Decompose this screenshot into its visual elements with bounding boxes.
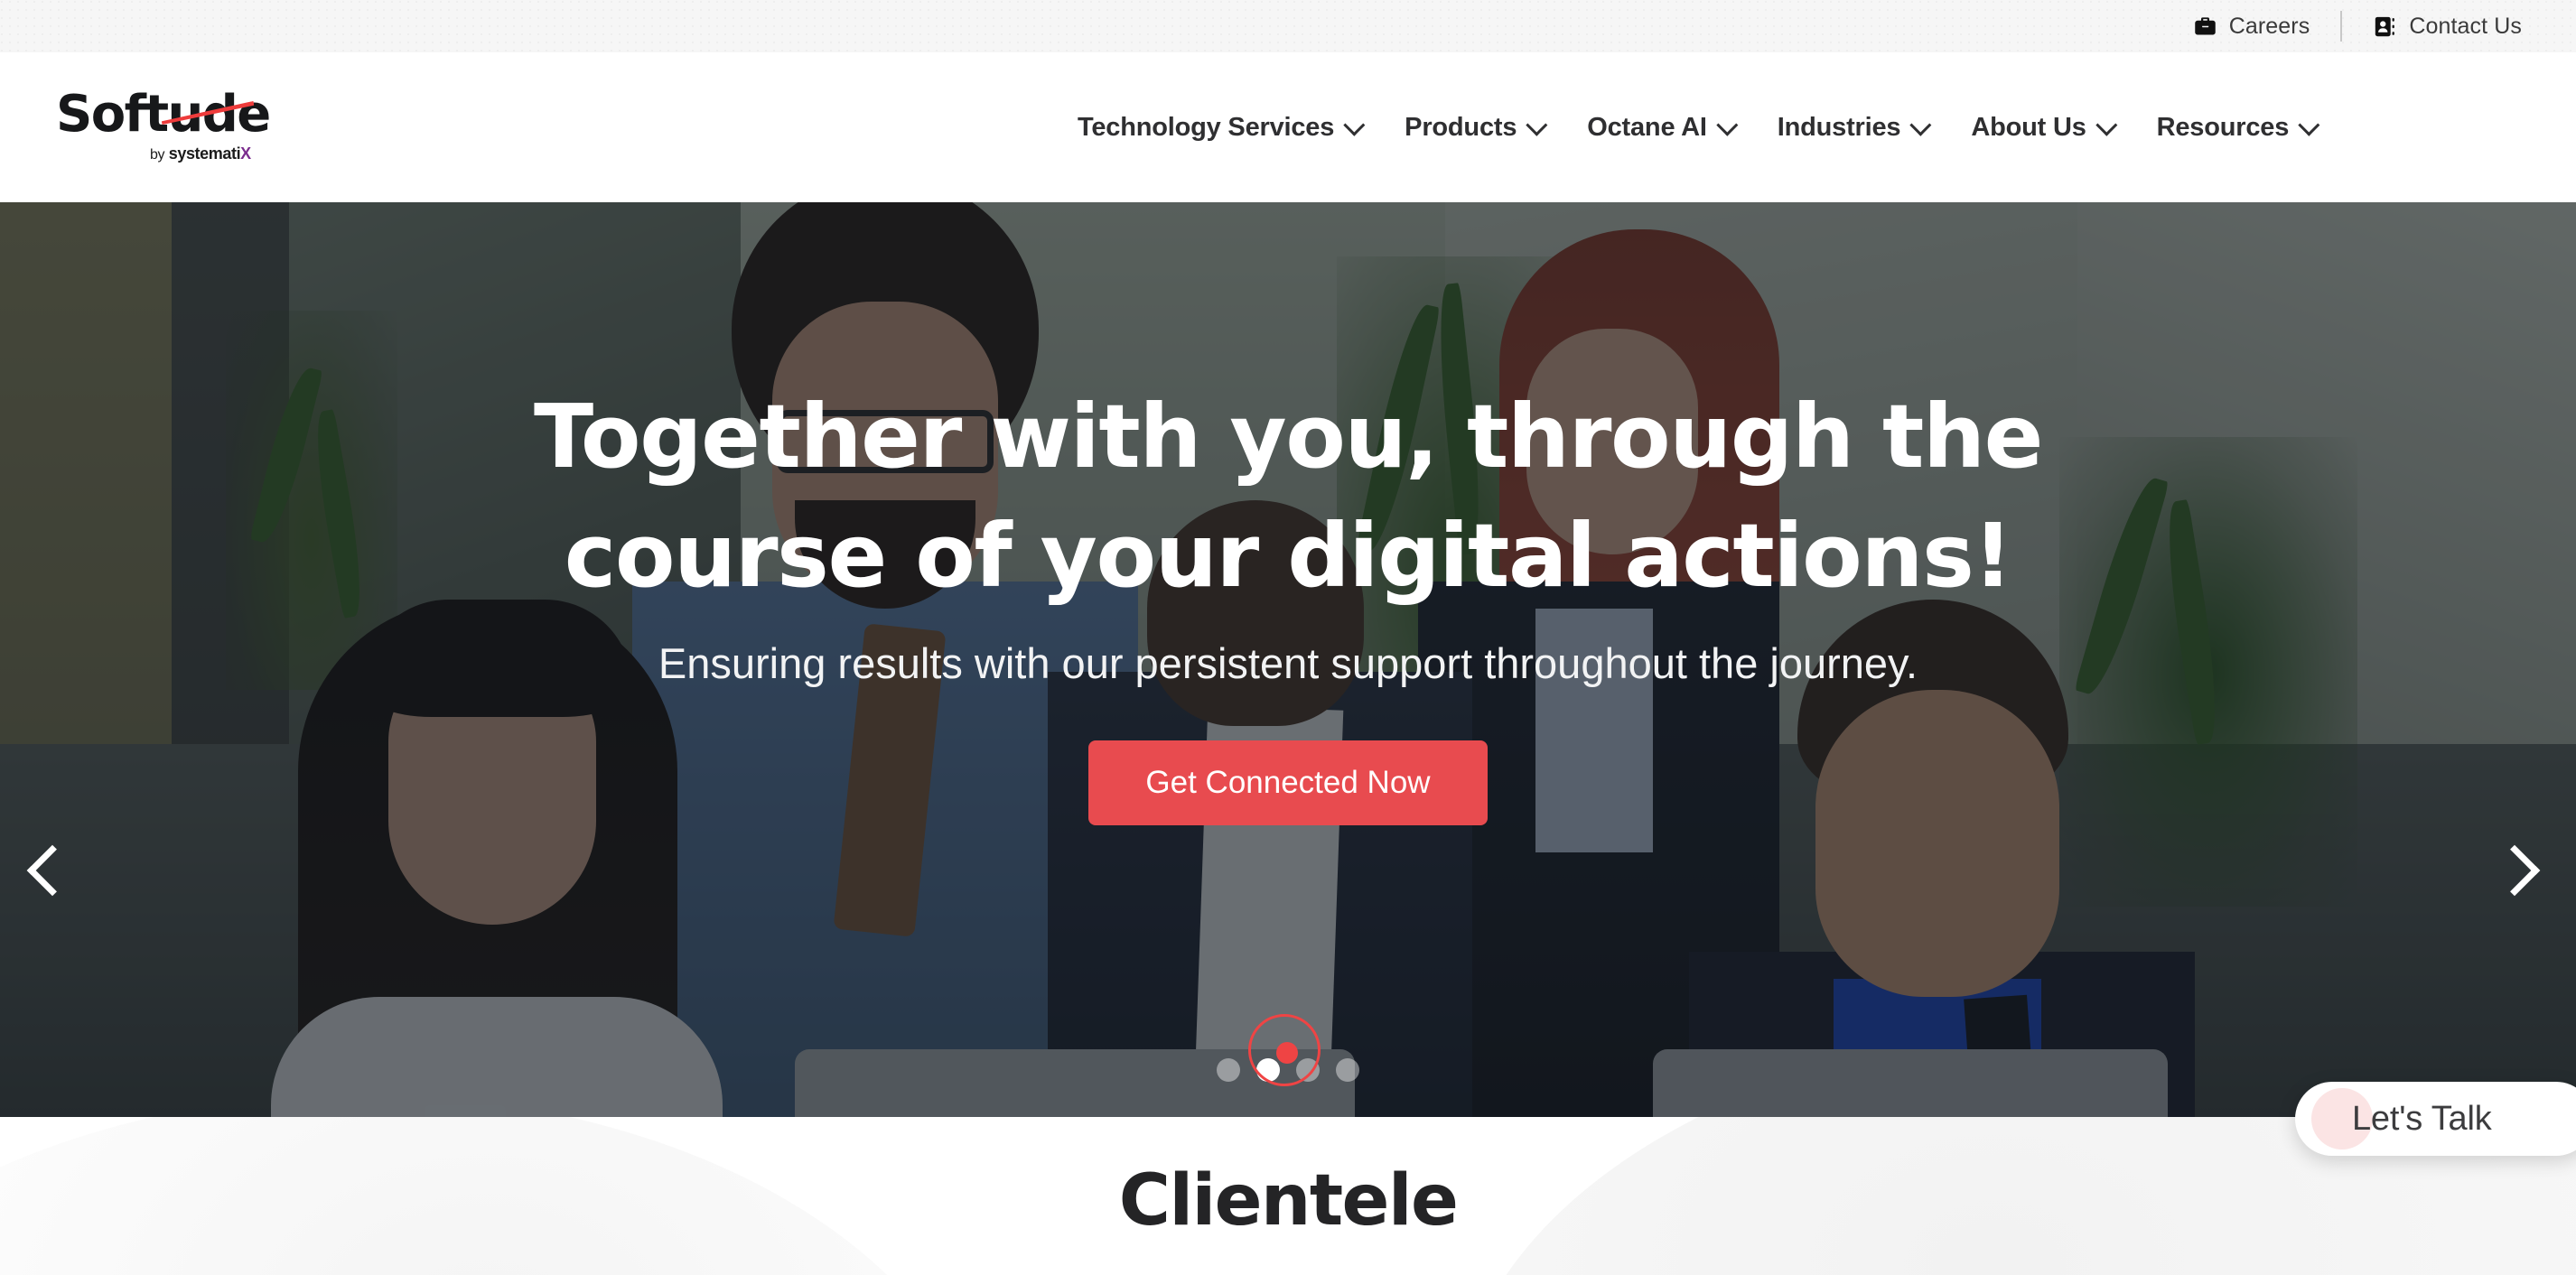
- nav-item-resources[interactable]: Resources: [2134, 113, 2338, 143]
- get-connected-now-button[interactable]: Get Connected Now: [1088, 740, 1488, 825]
- logo-wordmark: Softude: [56, 85, 271, 144]
- primary-nav: Technology Services Products Octane AI I…: [1055, 52, 2337, 202]
- clientele-section: Clientele: [0, 1117, 2576, 1275]
- nav-item-about-us[interactable]: About Us: [1948, 113, 2133, 143]
- chevron-left-icon: [26, 844, 79, 897]
- contact-us-link[interactable]: Contact Us: [2373, 14, 2522, 40]
- hero-carousel: Together with you, through the course of…: [0, 202, 2576, 1117]
- chevron-down-icon: [1343, 114, 1366, 136]
- chevron-down-icon: [1716, 114, 1739, 136]
- lets-talk-label: Let's Talk: [2352, 1099, 2492, 1138]
- nav-label: Products: [1405, 112, 1517, 142]
- carousel-next-button[interactable]: [2482, 842, 2545, 905]
- carousel-dot-2[interactable]: [1256, 1058, 1280, 1082]
- softude-logo[interactable]: Softude by systematiX: [56, 88, 291, 170]
- address-book-icon: [2373, 14, 2397, 39]
- hero-headline: Together with you, through the course of…: [534, 386, 2043, 607]
- main-navbar: Softude by systematiX Technology Service…: [0, 52, 2576, 202]
- chevron-down-icon: [1526, 114, 1548, 136]
- chevron-down-icon: [2298, 114, 2320, 136]
- utility-topbar: Careers Contact Us: [0, 0, 2576, 52]
- logo-parent-brand: by systematiX: [150, 144, 251, 163]
- nav-label: About Us: [1971, 112, 2086, 142]
- briefcase-icon: [2193, 14, 2217, 39]
- chevron-down-icon: [1909, 114, 1932, 136]
- logo-by-label: by: [150, 147, 165, 163]
- nav-label: Technology Services: [1078, 112, 1335, 142]
- hero-content: Together with you, through the course of…: [0, 202, 2576, 1117]
- logo-systematix-label: systemati: [168, 144, 241, 163]
- hero-subheadline: Ensuring results with our persistent sup…: [658, 639, 1918, 687]
- topbar-divider: [2340, 11, 2343, 42]
- carousel-dot-3[interactable]: [1296, 1058, 1320, 1082]
- nav-label: Resources: [2156, 112, 2290, 142]
- lets-talk-widget[interactable]: Let's Talk: [2295, 1082, 2576, 1156]
- carousel-prev-button[interactable]: [20, 842, 83, 905]
- nav-label: Octane AI: [1587, 112, 1707, 142]
- carousel-dot-4[interactable]: [1336, 1058, 1359, 1082]
- careers-label: Careers: [2228, 13, 2310, 39]
- clientele-heading: Clientele: [1118, 1160, 1459, 1242]
- nav-label: Industries: [1777, 112, 1901, 142]
- chevron-right-icon: [2488, 844, 2541, 897]
- contact-us-label: Contact Us: [2409, 13, 2522, 39]
- carousel-pagination: [0, 1058, 2576, 1082]
- nav-item-products[interactable]: Products: [1382, 113, 1564, 143]
- logo-systematix-x: X: [240, 144, 251, 163]
- carousel-dot-1[interactable]: [1217, 1058, 1240, 1082]
- careers-link[interactable]: Careers: [2193, 14, 2310, 40]
- nav-item-industries[interactable]: Industries: [1755, 113, 1949, 143]
- chevron-down-icon: [2095, 114, 2117, 136]
- nav-item-technology-services[interactable]: Technology Services: [1055, 113, 1382, 143]
- nav-item-octane-ai[interactable]: Octane AI: [1564, 113, 1755, 143]
